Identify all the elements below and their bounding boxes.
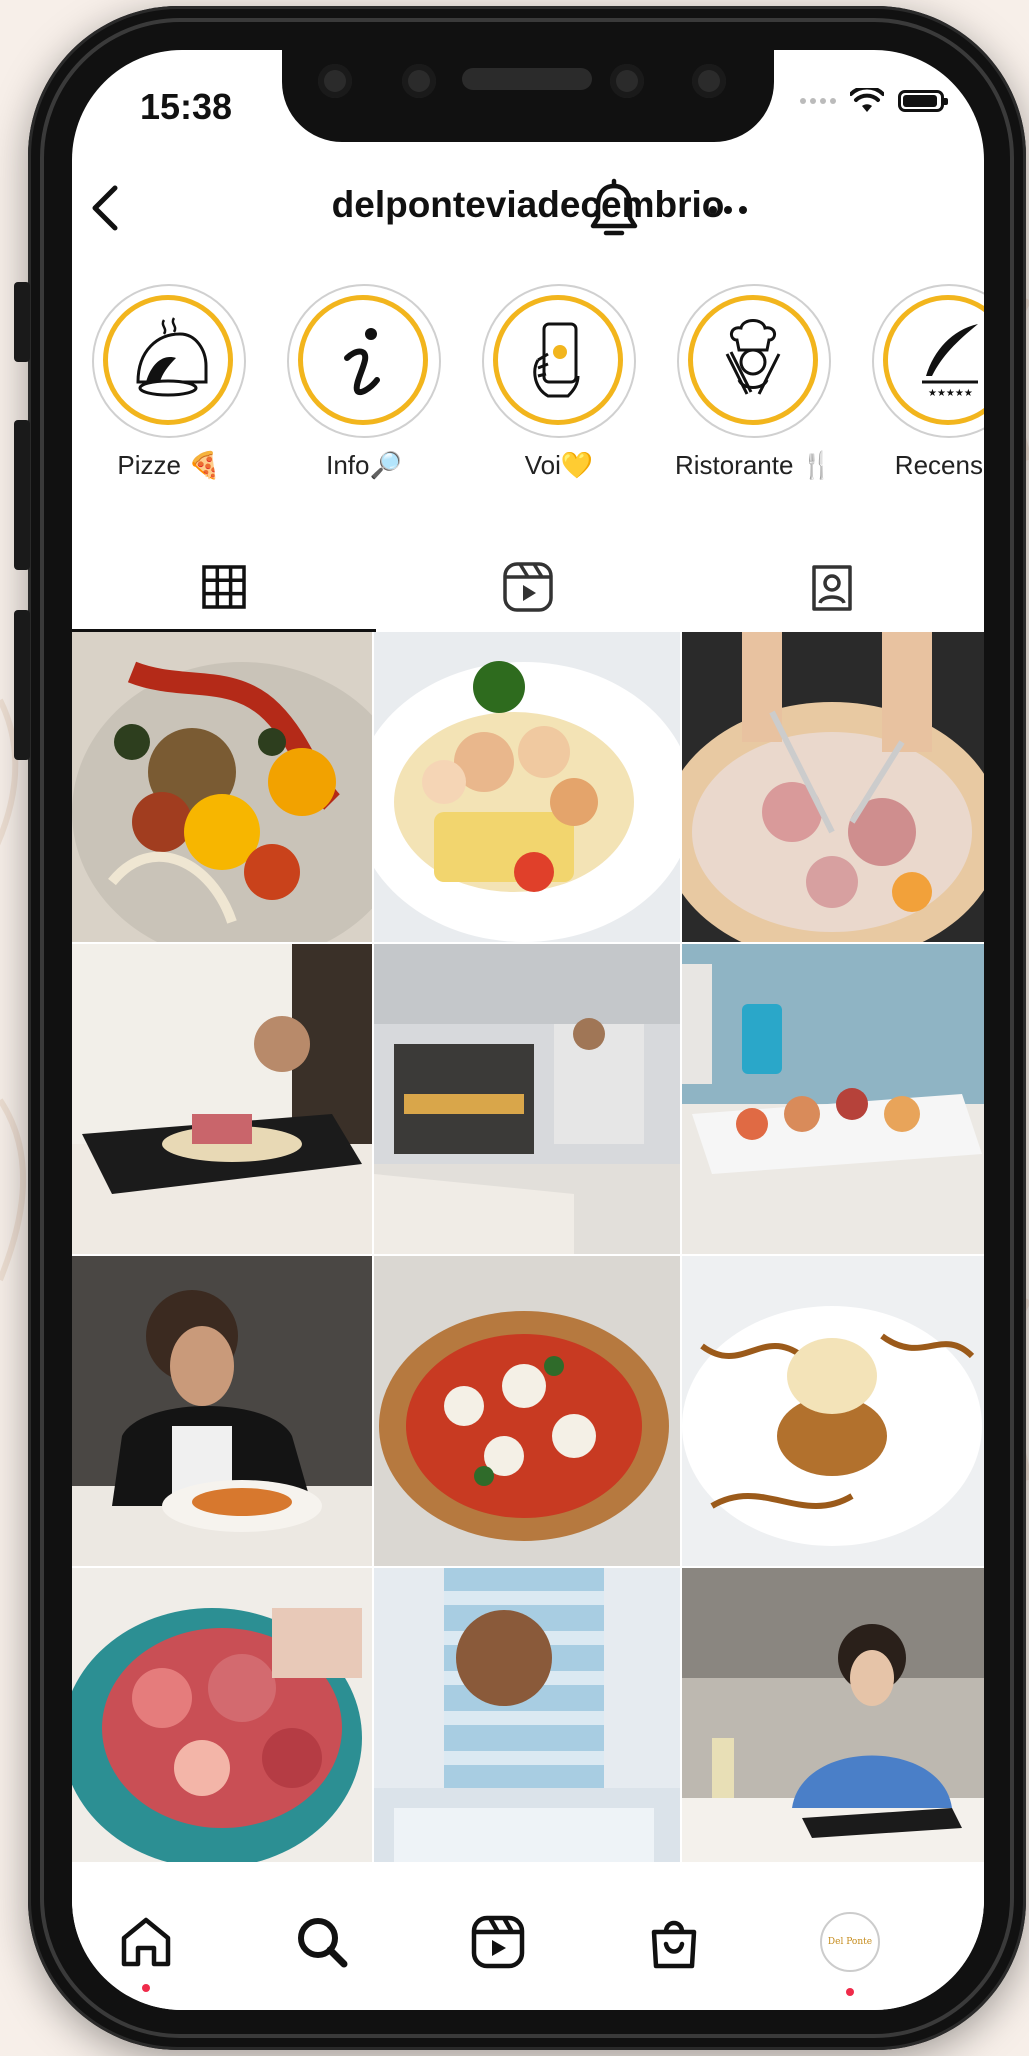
post-thumbnail[interactable] (682, 944, 984, 1254)
wifi-icon (850, 88, 884, 112)
nav-reels[interactable] (458, 1902, 538, 1982)
notification-dot (846, 1988, 854, 1996)
volume-up-button (14, 420, 30, 570)
highlight-label: Recensio (894, 450, 984, 480)
tab-posts-grid[interactable] (72, 544, 376, 632)
avatar: Del Ponte (820, 1912, 880, 1972)
post-thumbnail[interactable] (72, 632, 372, 942)
highlight-label: Info🔎 (326, 450, 402, 480)
avatar-logo-text: Del Ponte (827, 1937, 873, 1947)
highlight-label: Pizze 🍕 (117, 450, 221, 480)
post-thumbnail[interactable] (682, 632, 984, 942)
post-thumbnail[interactable] (374, 944, 680, 1254)
highlight-ring (287, 284, 441, 438)
highlight-voi[interactable]: Voi💛 (479, 284, 639, 481)
highlight-recensioni[interactable]: ★★★★★ Recensio (869, 284, 984, 481)
post-thumbnail[interactable] (374, 632, 680, 942)
bell-icon (590, 178, 638, 236)
post-thumbnail[interactable] (682, 1568, 984, 1878)
profile-tabs (72, 544, 984, 632)
notch (282, 50, 774, 142)
post-thumbnail[interactable] (374, 1568, 680, 1878)
nav-profile[interactable]: Del Ponte (810, 1902, 890, 1996)
post-thumbnail[interactable] (72, 1568, 372, 1878)
highlight-ristorante[interactable]: Ristorante 🍴 (674, 284, 834, 481)
sensor-icon (402, 64, 436, 98)
proximity-sensor-icon (692, 64, 726, 98)
pizza-oven-icon (103, 295, 233, 425)
nav-search[interactable] (282, 1902, 362, 1982)
signal-icon (800, 98, 836, 104)
highlight-ring (677, 284, 831, 438)
post-thumbnail[interactable] (374, 1256, 680, 1566)
shopping-bag-icon (651, 1920, 697, 1969)
status-time: 15:38 (140, 86, 233, 127)
notifications-button[interactable] (584, 178, 644, 242)
battery-icon (898, 90, 948, 112)
camera-icon (318, 64, 352, 98)
post-thumbnail[interactable] (72, 1256, 372, 1566)
earpiece (462, 68, 592, 90)
highlight-label: Voi💛 (524, 450, 594, 480)
info-icon (298, 295, 428, 425)
post-thumbnail[interactable] (682, 1256, 984, 1566)
front-camera-icon (610, 64, 644, 98)
nav-shop[interactable] (634, 1902, 714, 1982)
tab-tagged[interactable] (680, 544, 984, 630)
story-highlights: Pizze 🍕 Info🔎 Voi💛 Ristorante 🍴 ★★★★★ Re… (72, 284, 984, 480)
highlight-info[interactable]: Info🔎 (284, 284, 444, 481)
highlight-ring (482, 284, 636, 438)
reels-icon (503, 562, 553, 612)
volume-down-button (14, 610, 30, 760)
nav-home[interactable] (106, 1902, 186, 1992)
posts-grid (72, 632, 984, 1878)
mute-switch (14, 282, 30, 362)
bottom-navigation: Del Ponte (72, 1862, 984, 2010)
highlight-pizze[interactable]: Pizze 🍕 (89, 284, 249, 481)
profile-username: delponteviadecembrio (331, 184, 725, 225)
post-thumbnail[interactable] (72, 944, 372, 1254)
phone-hand-icon (493, 295, 623, 425)
tagged-icon (812, 565, 852, 611)
reels-icon (471, 1915, 525, 1969)
quill-icon: ★★★★★ (883, 295, 984, 425)
tab-reels[interactable] (376, 544, 680, 630)
status-icons (800, 88, 948, 114)
notification-dot (142, 1984, 150, 1992)
highlight-ring: ★★★★★ (872, 284, 984, 438)
svg-text:★★★★★: ★★★★★ (928, 388, 973, 399)
app-screen: 15:38 delponteviadecembrio Pizze 🍕 Info🔎… (72, 50, 984, 2010)
grid-icon (202, 565, 246, 609)
highlight-label: Ristorante 🍴 (674, 450, 834, 480)
chef-icon (688, 295, 818, 425)
search-icon (298, 1918, 348, 1968)
more-options-button[interactable] (696, 182, 760, 238)
highlight-ring (92, 284, 246, 438)
more-icon (709, 206, 747, 214)
home-icon (121, 1917, 171, 1967)
